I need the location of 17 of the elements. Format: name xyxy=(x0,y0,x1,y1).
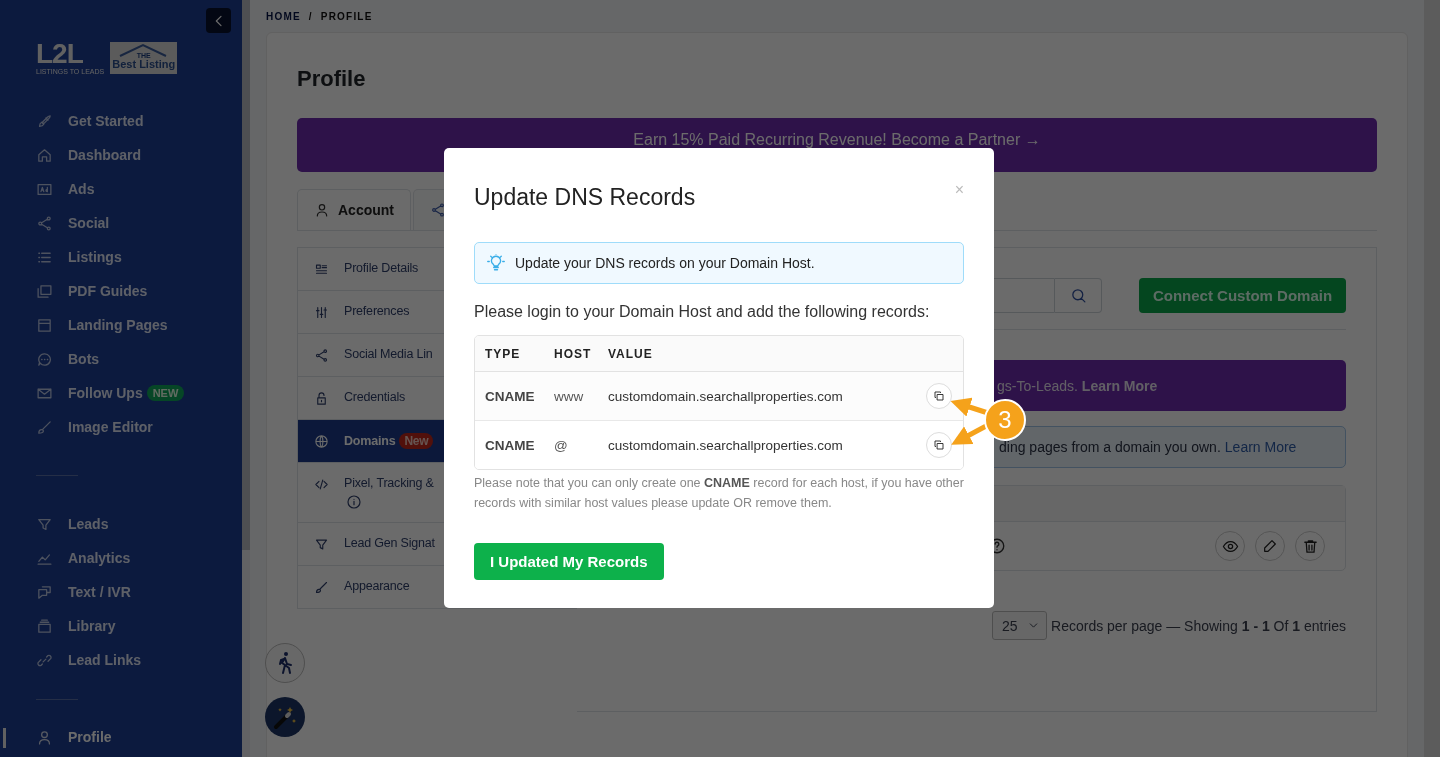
pagination-text: Records per page — Showing 1 - 1 Of 1 entries xyxy=(1051,617,1346,634)
step-number: 3 xyxy=(997,405,1013,435)
table-cell-text: CNAME xyxy=(484,437,536,453)
new-badge: New xyxy=(399,433,434,449)
logo-wordmark: L2L xyxy=(36,40,84,68)
page-title: Profile xyxy=(297,66,367,92)
column-header: VALUE xyxy=(608,346,653,361)
info-alert-text: ding pages from a domain you own. xyxy=(999,439,1221,455)
column-header: TYPE xyxy=(484,346,522,361)
table-cell-text: customdomain.searchallproperties.com xyxy=(608,388,844,404)
new-badge: NEW xyxy=(146,385,185,401)
partner-logo-name: Best Listing xyxy=(112,58,176,70)
modal-title: Update DNS Records xyxy=(474,184,696,211)
table-cell-text: @ xyxy=(554,437,569,453)
table-cell-text: CNAME xyxy=(484,388,536,404)
breadcrumb-separator: / xyxy=(308,10,313,22)
table-cell-text: customdomain.searchallproperties.com xyxy=(608,437,844,453)
